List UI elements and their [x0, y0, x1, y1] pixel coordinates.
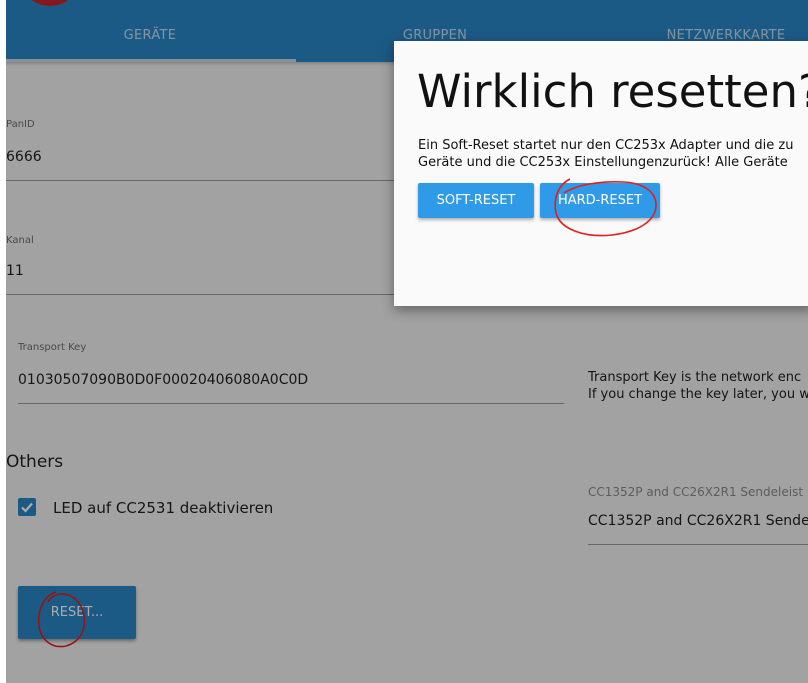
dialog-title: Wirklich resetten?	[417, 65, 808, 118]
dialog-text-line1: Ein Soft-Reset startet nur den CC253x Ad…	[418, 138, 794, 153]
soft-reset-button[interactable]: SOFT-RESET	[418, 183, 534, 218]
hard-reset-button[interactable]: HARD-RESET	[540, 183, 660, 218]
dialog-text-line2: Geräte und die CC253x Einstellungenzurüc…	[418, 155, 788, 170]
reset-confirm-dialog: Wirklich resetten? Ein Soft-Reset starte…	[394, 41, 808, 306]
